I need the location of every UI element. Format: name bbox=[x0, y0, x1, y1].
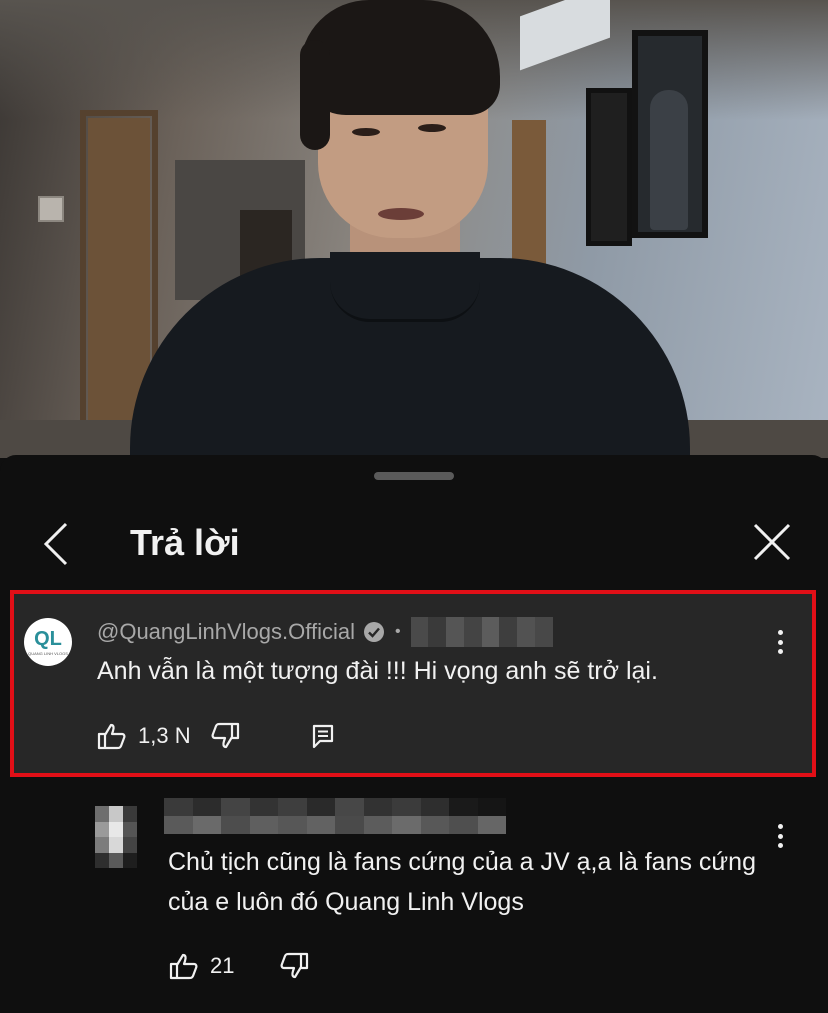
video-scene bbox=[586, 88, 632, 246]
video-scene bbox=[650, 90, 688, 230]
more-vertical-icon bbox=[777, 630, 783, 635]
comment-actions: 1,3 N bbox=[96, 718, 339, 754]
video-scene bbox=[38, 196, 64, 222]
meta-separator: • bbox=[394, 623, 401, 640]
dislike-button[interactable] bbox=[209, 720, 241, 752]
comment-timestamp-redacted bbox=[410, 617, 553, 647]
back-button[interactable] bbox=[34, 516, 78, 572]
comment-icon bbox=[312, 724, 333, 749]
avatar[interactable]: QL QUANG LINH VLOGS bbox=[24, 618, 72, 666]
more-vertical-icon bbox=[777, 824, 783, 829]
like-count: 1,3 N bbox=[138, 723, 191, 748]
reply-author-redacted bbox=[164, 798, 506, 834]
avatar-logo: QL bbox=[34, 627, 62, 650]
dislike-button[interactable] bbox=[278, 950, 310, 982]
thumbs-down-icon bbox=[280, 952, 309, 979]
thumbs-up-icon bbox=[169, 953, 198, 980]
like-button[interactable] bbox=[168, 950, 200, 982]
comment-author[interactable]: @QuangLinhVlogs.Official bbox=[97, 619, 355, 645]
page-title: Trả lời bbox=[130, 522, 240, 563]
reply-button[interactable] bbox=[307, 720, 339, 752]
like-button[interactable] bbox=[96, 720, 128, 752]
video-person bbox=[418, 124, 446, 132]
comment-text: Anh vẫn là một tượng đài !!! Hi vọng anh… bbox=[97, 657, 658, 685]
video-player[interactable] bbox=[0, 0, 828, 458]
video-person bbox=[330, 252, 480, 322]
close-icon bbox=[753, 523, 791, 561]
video-person bbox=[378, 208, 424, 220]
avatar-logo-subtext: QUANG LINH VLOGS bbox=[28, 650, 68, 656]
video-person bbox=[300, 0, 500, 115]
video-person bbox=[352, 128, 380, 136]
video-person bbox=[300, 40, 330, 150]
thumbs-down-icon bbox=[211, 722, 239, 749]
chevron-left-icon bbox=[43, 522, 68, 566]
reply-actions: 21 bbox=[168, 948, 310, 984]
sheet-drag-handle[interactable] bbox=[374, 472, 454, 480]
verified-check-icon bbox=[363, 621, 385, 643]
reply-text: Chủ tịch cũng là fans cứng của a JV ạ,a … bbox=[168, 848, 756, 916]
close-button[interactable] bbox=[748, 518, 796, 566]
more-options-button[interactable] bbox=[768, 820, 792, 852]
comment-meta: @QuangLinhVlogs.Official • bbox=[97, 617, 553, 647]
like-count: 21 bbox=[210, 953, 235, 978]
avatar-redacted[interactable] bbox=[95, 806, 137, 868]
thumbs-up-icon bbox=[97, 723, 126, 750]
more-options-button[interactable] bbox=[768, 626, 792, 658]
